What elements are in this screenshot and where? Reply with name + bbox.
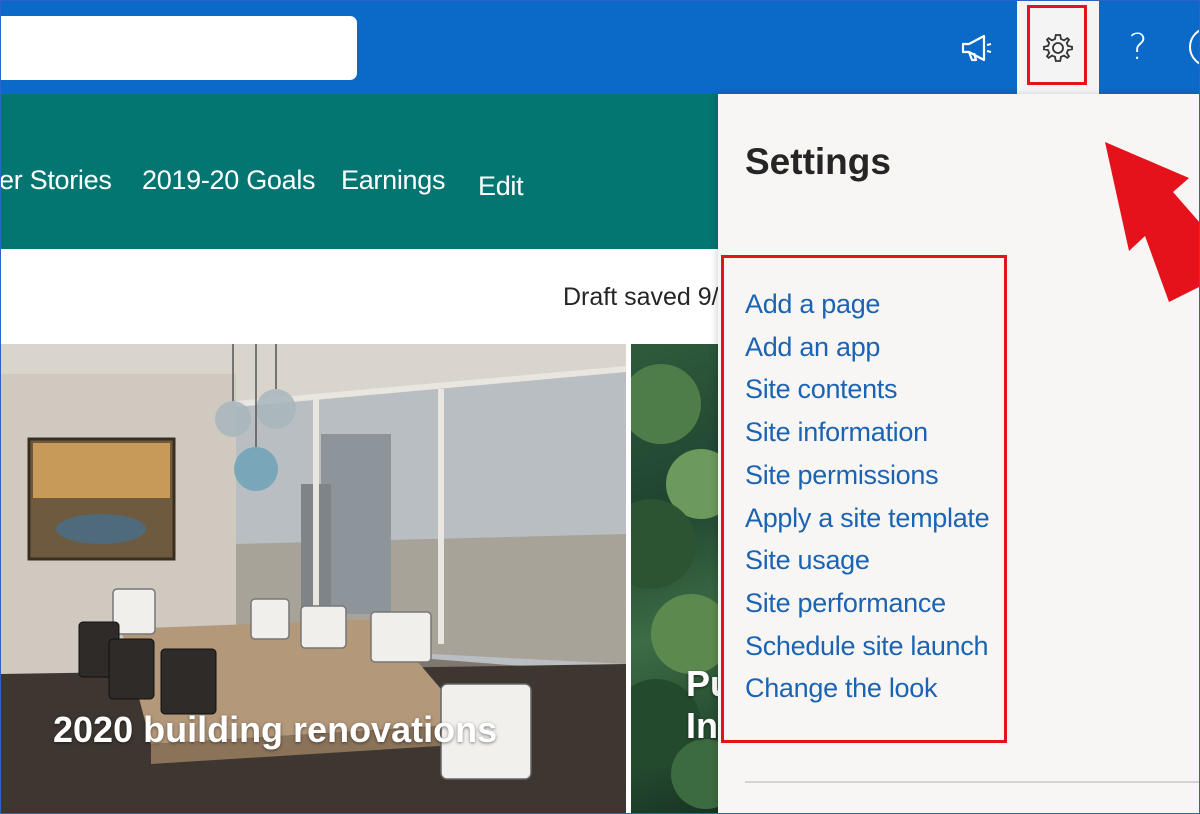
- draft-status: Draft saved 9/9: [563, 283, 733, 311]
- annotation-arrow-icon: [1105, 142, 1199, 302]
- hero-left-caption[interactable]: 2020 building renovations: [53, 709, 497, 751]
- settings-links-highlight: [721, 255, 1007, 743]
- settings-button-highlight: [1027, 5, 1087, 85]
- page-frame: ? er Stories 2019-20 Goals Earnings Edit…: [0, 0, 1200, 814]
- nav-edit-link[interactable]: Edit: [478, 171, 524, 202]
- search-input[interactable]: [1, 16, 357, 80]
- help-button[interactable]: ?: [1113, 1, 1163, 94]
- nav-item-goals[interactable]: 2019-20 Goals: [142, 165, 316, 196]
- help-icon: ?: [1128, 27, 1148, 68]
- settings-panel-divider: [745, 781, 1199, 783]
- feedback-button[interactable]: [949, 1, 1005, 94]
- megaphone-icon: [961, 34, 992, 61]
- nav-item-stories[interactable]: er Stories: [1, 165, 112, 196]
- nav-item-earnings[interactable]: Earnings: [341, 165, 445, 196]
- settings-panel-title: Settings: [745, 141, 891, 182]
